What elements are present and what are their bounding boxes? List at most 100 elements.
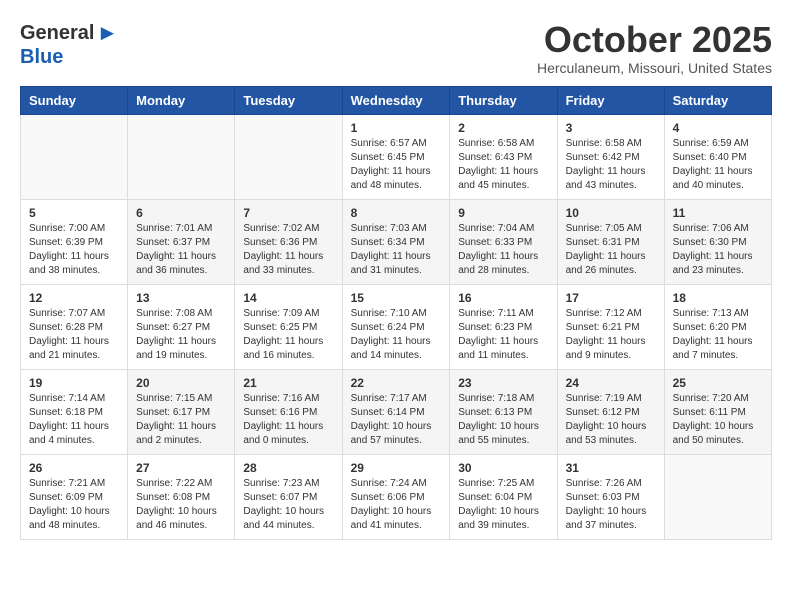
calendar-cell: 23 Sunrise: 7:18 AM Sunset: 6:13 PM Dayli…: [450, 369, 557, 454]
day-number: 6: [136, 206, 226, 220]
day-info: Sunrise: 7:24 AM Sunset: 6:06 PM Dayligh…: [351, 477, 442, 533]
day-info: Sunrise: 7:12 AM Sunset: 6:21 PM Dayligh…: [566, 307, 656, 363]
logo: General ► Blue: [20, 20, 118, 69]
day-info: Sunrise: 7:00 AM Sunset: 6:39 PM Dayligh…: [29, 222, 119, 278]
calendar-cell: [235, 114, 342, 199]
calendar-week-row: 1 Sunrise: 6:57 AM Sunset: 6:45 PM Daylig…: [21, 114, 772, 199]
page-header: General ► Blue October 2025 Herculaneum,…: [20, 20, 772, 76]
day-number: 1: [351, 121, 442, 135]
weekday-header-row: SundayMondayTuesdayWednesdayThursdayFrid…: [21, 86, 772, 114]
weekday-header: Saturday: [664, 86, 771, 114]
day-number: 17: [566, 291, 656, 305]
calendar-cell: 9Sunrise: 7:04 AM Sunset: 6:33 PM Daylig…: [450, 199, 557, 284]
logo-blue: Blue: [20, 46, 63, 69]
day-number: 27: [136, 461, 226, 475]
calendar-cell: 17 Sunrise: 7:12 AM Sunset: 6:21 PM Dayli…: [557, 284, 664, 369]
calendar-cell: 15 Sunrise: 7:10 AM Sunset: 6:24 PM Dayli…: [342, 284, 450, 369]
calendar-cell: 4 Sunrise: 6:59 AM Sunset: 6:40 PM Daylig…: [664, 114, 771, 199]
day-number: 25: [673, 376, 763, 390]
day-number: 4: [673, 121, 763, 135]
calendar-cell: 3 Sunrise: 6:58 AM Sunset: 6:42 PM Daylig…: [557, 114, 664, 199]
calendar-cell: [21, 114, 128, 199]
calendar-cell: 25 Sunrise: 7:20 AM Sunset: 6:11 PM Dayli…: [664, 369, 771, 454]
day-number: 15: [351, 291, 442, 305]
calendar-cell: 21Sunrise: 7:16 AM Sunset: 6:16 PM Dayli…: [235, 369, 342, 454]
day-number: 7: [243, 206, 333, 220]
day-info: Sunrise: 6:58 AM Sunset: 6:43 PM Dayligh…: [458, 137, 548, 193]
day-number: 2: [458, 121, 548, 135]
calendar-cell: 31 Sunrise: 7:26 AM Sunset: 6:03 PM Dayli…: [557, 454, 664, 539]
day-info: Sunrise: 7:26 AM Sunset: 6:03 PM Dayligh…: [566, 477, 656, 533]
day-number: 13: [136, 291, 226, 305]
calendar-cell: 5 Sunrise: 7:00 AM Sunset: 6:39 PM Daylig…: [21, 199, 128, 284]
day-number: 3: [566, 121, 656, 135]
day-info: Sunrise: 6:58 AM Sunset: 6:42 PM Dayligh…: [566, 137, 656, 193]
logo-bird-icon: ►: [96, 20, 118, 46]
calendar-cell: 1 Sunrise: 6:57 AM Sunset: 6:45 PM Daylig…: [342, 114, 450, 199]
day-info: Sunrise: 7:01 AM Sunset: 6:37 PM Dayligh…: [136, 222, 226, 278]
day-number: 26: [29, 461, 119, 475]
day-number: 19: [29, 376, 119, 390]
day-number: 14: [243, 291, 333, 305]
day-number: 22: [351, 376, 442, 390]
day-info: Sunrise: 7:06 AM Sunset: 6:30 PM Dayligh…: [673, 222, 763, 278]
calendar-cell: 19Sunrise: 7:14 AM Sunset: 6:18 PM Dayli…: [21, 369, 128, 454]
day-info: Sunrise: 7:10 AM Sunset: 6:24 PM Dayligh…: [351, 307, 442, 363]
calendar-cell: 13 Sunrise: 7:08 AM Sunset: 6:27 PM Dayli…: [128, 284, 235, 369]
calendar-table: SundayMondayTuesdayWednesdayThursdayFrid…: [20, 86, 772, 540]
day-number: 8: [351, 206, 442, 220]
calendar-cell: 24Sunrise: 7:19 AM Sunset: 6:12 PM Dayli…: [557, 369, 664, 454]
day-number: 31: [566, 461, 656, 475]
day-info: Sunrise: 7:05 AM Sunset: 6:31 PM Dayligh…: [566, 222, 656, 278]
day-number: 5: [29, 206, 119, 220]
calendar-cell: 6 Sunrise: 7:01 AM Sunset: 6:37 PM Daylig…: [128, 199, 235, 284]
calendar-cell: 8Sunrise: 7:03 AM Sunset: 6:34 PM Daylig…: [342, 199, 450, 284]
calendar-cell: 20Sunrise: 7:15 AM Sunset: 6:17 PM Dayli…: [128, 369, 235, 454]
day-number: 29: [351, 461, 442, 475]
calendar-week-row: 26Sunrise: 7:21 AM Sunset: 6:09 PM Dayli…: [21, 454, 772, 539]
calendar-cell: 18Sunrise: 7:13 AM Sunset: 6:20 PM Dayli…: [664, 284, 771, 369]
calendar-cell: 30 Sunrise: 7:25 AM Sunset: 6:04 PM Dayli…: [450, 454, 557, 539]
day-info: Sunrise: 7:23 AM Sunset: 6:07 PM Dayligh…: [243, 477, 333, 533]
calendar-cell: 28 Sunrise: 7:23 AM Sunset: 6:07 PM Dayli…: [235, 454, 342, 539]
day-info: Sunrise: 7:17 AM Sunset: 6:14 PM Dayligh…: [351, 392, 442, 448]
day-info: Sunrise: 7:09 AM Sunset: 6:25 PM Dayligh…: [243, 307, 333, 363]
day-info: Sunrise: 7:08 AM Sunset: 6:27 PM Dayligh…: [136, 307, 226, 363]
calendar-cell: 27 Sunrise: 7:22 AM Sunset: 6:08 PM Dayli…: [128, 454, 235, 539]
day-number: 30: [458, 461, 548, 475]
day-info: Sunrise: 7:22 AM Sunset: 6:08 PM Dayligh…: [136, 477, 226, 533]
day-info: Sunrise: 6:59 AM Sunset: 6:40 PM Dayligh…: [673, 137, 763, 193]
day-number: 9: [458, 206, 548, 220]
day-number: 23: [458, 376, 548, 390]
weekday-header: Tuesday: [235, 86, 342, 114]
day-number: 28: [243, 461, 333, 475]
weekday-header: Friday: [557, 86, 664, 114]
calendar-cell: [128, 114, 235, 199]
calendar-cell: 22 Sunrise: 7:17 AM Sunset: 6:14 PM Dayli…: [342, 369, 450, 454]
day-info: Sunrise: 6:57 AM Sunset: 6:45 PM Dayligh…: [351, 137, 442, 193]
day-number: 24: [566, 376, 656, 390]
day-info: Sunrise: 7:20 AM Sunset: 6:11 PM Dayligh…: [673, 392, 763, 448]
day-info: Sunrise: 7:02 AM Sunset: 6:36 PM Dayligh…: [243, 222, 333, 278]
calendar-cell: [664, 454, 771, 539]
day-number: 10: [566, 206, 656, 220]
calendar-cell: 26Sunrise: 7:21 AM Sunset: 6:09 PM Dayli…: [21, 454, 128, 539]
day-info: Sunrise: 7:25 AM Sunset: 6:04 PM Dayligh…: [458, 477, 548, 533]
calendar-week-row: 12 Sunrise: 7:07 AM Sunset: 6:28 PM Dayli…: [21, 284, 772, 369]
location-text: Herculaneum, Missouri, United States: [537, 60, 772, 76]
calendar-cell: 29 Sunrise: 7:24 AM Sunset: 6:06 PM Dayli…: [342, 454, 450, 539]
weekday-header: Sunday: [21, 86, 128, 114]
day-number: 16: [458, 291, 548, 305]
calendar-cell: 14 Sunrise: 7:09 AM Sunset: 6:25 PM Dayli…: [235, 284, 342, 369]
calendar-cell: 11Sunrise: 7:06 AM Sunset: 6:30 PM Dayli…: [664, 199, 771, 284]
day-number: 12: [29, 291, 119, 305]
calendar-cell: 12 Sunrise: 7:07 AM Sunset: 6:28 PM Dayli…: [21, 284, 128, 369]
day-info: Sunrise: 7:11 AM Sunset: 6:23 PM Dayligh…: [458, 307, 548, 363]
calendar-week-row: 19Sunrise: 7:14 AM Sunset: 6:18 PM Dayli…: [21, 369, 772, 454]
day-info: Sunrise: 7:15 AM Sunset: 6:17 PM Dayligh…: [136, 392, 226, 448]
calendar-cell: 16 Sunrise: 7:11 AM Sunset: 6:23 PM Dayli…: [450, 284, 557, 369]
day-info: Sunrise: 7:07 AM Sunset: 6:28 PM Dayligh…: [29, 307, 119, 363]
logo-general: General: [20, 22, 94, 45]
day-info: Sunrise: 7:18 AM Sunset: 6:13 PM Dayligh…: [458, 392, 548, 448]
weekday-header: Thursday: [450, 86, 557, 114]
